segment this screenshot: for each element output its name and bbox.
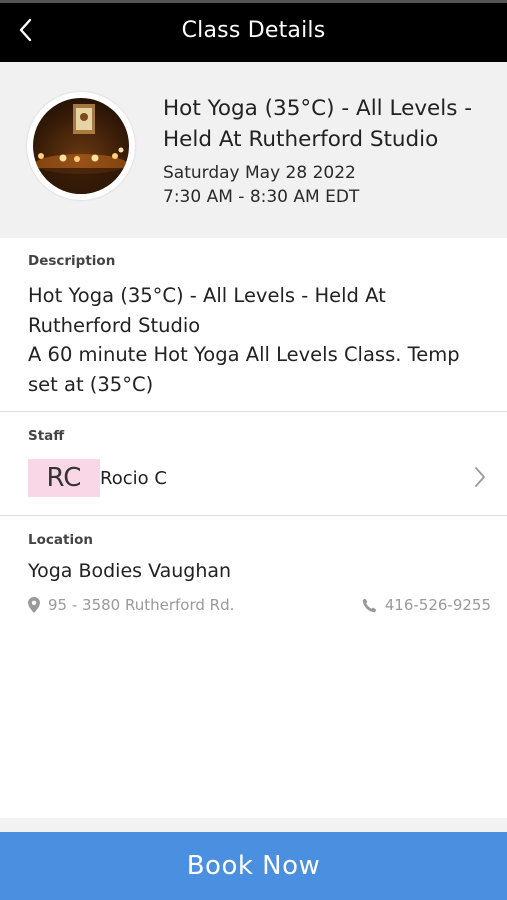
class-avatar xyxy=(27,92,135,200)
address-text: 95 - 3580 Rutherford Rd. xyxy=(48,596,235,614)
phone-icon xyxy=(362,598,377,613)
class-time: 7:30 AM - 8:30 AM EDT xyxy=(163,187,360,207)
description-text: Hot Yoga (35°C) - All Levels - Held At R… xyxy=(28,281,488,399)
class-date: Saturday May 28 2022 xyxy=(163,163,356,183)
chevron-right-icon xyxy=(474,466,486,492)
divider xyxy=(0,411,507,412)
page-title: Class Details xyxy=(181,18,326,43)
address-link[interactable]: 95 - 3580 Rutherford Rd. xyxy=(28,594,234,616)
staff-avatar: RC xyxy=(28,459,100,497)
location-name: Yoga Bodies Vaughan xyxy=(28,560,232,582)
description-line-2: A 60 minute Hot Yoga All Levels Class. T… xyxy=(28,343,460,396)
class-image xyxy=(33,98,129,194)
divider xyxy=(0,515,507,516)
location-label: Location xyxy=(28,532,93,548)
class-header-card: Hot Yoga (35°C) - All Levels - Held At R… xyxy=(0,62,507,238)
description-label: Description xyxy=(28,253,116,269)
map-pin-icon xyxy=(28,597,40,613)
phone-text: 416-526-9255 xyxy=(384,596,491,614)
staff-row[interactable]: RC Rocio C xyxy=(0,452,507,504)
description-line-1: Hot Yoga (35°C) - All Levels - Held At R… xyxy=(28,284,386,337)
top-bar: Class Details xyxy=(0,0,507,62)
class-title: Hot Yoga (35°C) - All Levels - Held At R… xyxy=(163,96,473,152)
staff-label: Staff xyxy=(28,428,65,444)
phone-link[interactable]: 416-526-9255 xyxy=(362,594,491,616)
staff-name: Rocio C xyxy=(100,468,167,489)
book-now-button[interactable]: Book Now xyxy=(0,832,507,900)
bottom-separator xyxy=(0,818,507,832)
